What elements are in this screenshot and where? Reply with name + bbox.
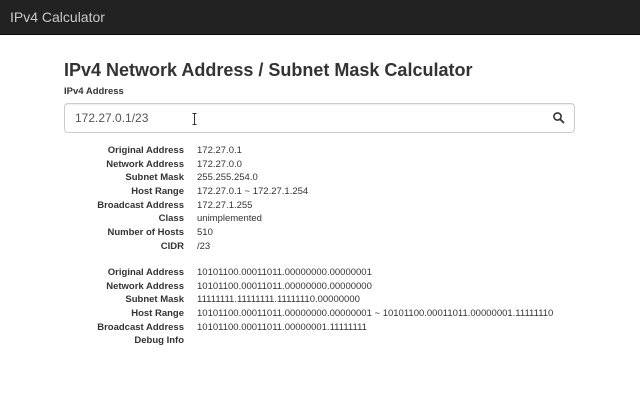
result-label: Subnet Mask [125,172,184,184]
result-label: CIDR [160,240,184,252]
result-value: 10101100.00011011.00000000.00000001 [197,267,372,278]
result-value: 10101100.00011011.00000000.00000000 [197,280,372,292]
result-label: Debug Info [134,335,184,347]
result-value: 10101100.00011011.00000000.00000001 ~ 10… [197,308,554,320]
result-value: 510 [197,227,213,239]
result-value: 172.27.1.255 [197,199,253,211]
result-label: Original Address [107,145,184,156]
ipv4-address-input-group [64,103,575,133]
ipv4-address-input[interactable] [75,108,535,128]
result-label: Class [158,213,184,225]
result-label: Host Range [131,308,184,320]
result-value: 172.27.0.1 [197,145,242,156]
result-label: Broadcast Address [97,321,184,333]
text-cursor-icon [192,112,197,125]
result-value: 10101100.00011011.00000001.11111111 [197,321,367,333]
page-title: IPv4 Network Address / Subnet Mask Calcu… [64,60,473,80]
navbar: IPv4 Calculator [0,0,640,35]
result-value: /23 [197,240,211,252]
result-label: Network Address [106,158,184,170]
search-icon[interactable] [552,111,566,125]
ipv4-address-label: IPv4 Address [64,86,124,97]
result-value: unimplemented [197,213,262,225]
result-label: Broadcast Address [97,199,184,211]
result-value: 172.27.0.0 [197,158,242,170]
result-label: Host Range [131,186,184,198]
result-label: Original Address [107,267,184,278]
result-label: Number of Hosts [107,227,184,239]
result-value: 255.255.254.0 [197,172,258,184]
result-label: Subnet Mask [125,294,184,306]
result-value: 172.27.0.1 ~ 172.27.1.254 [197,186,309,198]
result-label: Network Address [106,280,184,292]
result-value: 11111111.11111111.11111110.00000000 [197,294,360,306]
navbar-brand[interactable]: IPv4 Calculator [10,8,105,26]
